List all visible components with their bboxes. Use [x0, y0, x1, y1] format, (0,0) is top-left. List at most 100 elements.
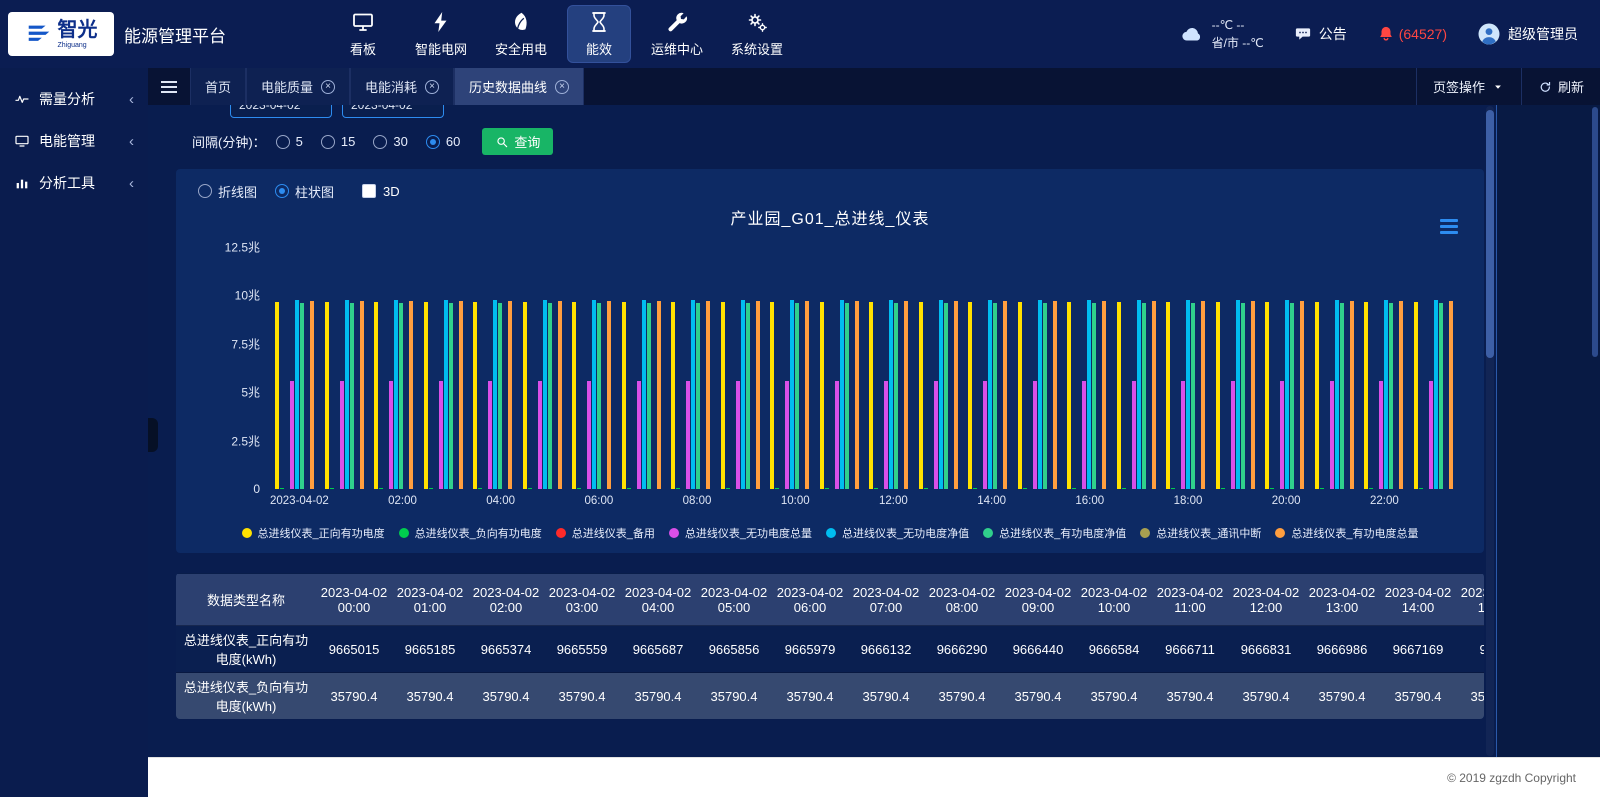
bar[interactable] — [1320, 488, 1324, 489]
bar[interactable] — [1137, 300, 1141, 489]
bar[interactable] — [1270, 488, 1274, 489]
bar[interactable] — [1399, 301, 1403, 489]
bar[interactable] — [473, 302, 477, 489]
bar[interactable] — [1072, 488, 1076, 489]
bar[interactable] — [1003, 301, 1007, 489]
bar[interactable] — [835, 381, 839, 489]
bar[interactable] — [706, 301, 710, 489]
legend-item[interactable]: 总进线仪表_通讯中断 — [1140, 525, 1261, 541]
bar[interactable] — [676, 488, 680, 489]
tab-close-icon[interactable]: × — [425, 80, 439, 94]
bar[interactable] — [1122, 488, 1126, 489]
interval-option-3[interactable]: 60 — [426, 134, 460, 149]
tab-close-icon[interactable]: × — [321, 80, 335, 94]
bar[interactable] — [444, 300, 448, 489]
bar[interactable] — [1117, 302, 1121, 489]
bar[interactable] — [642, 300, 646, 489]
interval-option-1[interactable]: 15 — [321, 134, 355, 149]
bar[interactable] — [785, 381, 789, 489]
sidebar-collapse-handle[interactable] — [148, 418, 158, 452]
bar[interactable] — [374, 302, 378, 489]
bar[interactable] — [290, 381, 294, 489]
outer-scrollbar-thumb[interactable] — [1592, 107, 1598, 357]
chart-type-option-0[interactable]: 折线图 — [198, 182, 257, 201]
bar[interactable] — [1379, 381, 1383, 489]
user-menu[interactable]: 超级管理员 — [1477, 22, 1578, 46]
legend-item[interactable]: 总进线仪表_有功电度总量 — [1275, 525, 1418, 541]
bar[interactable] — [721, 302, 725, 489]
end-date-input[interactable]: 2023-04-02 — [342, 105, 444, 118]
bar[interactable] — [954, 301, 958, 489]
bar[interactable] — [439, 381, 443, 489]
bar[interactable] — [592, 300, 596, 489]
bar[interactable] — [340, 381, 344, 489]
bar[interactable] — [508, 301, 512, 489]
bar[interactable] — [325, 302, 329, 489]
bar[interactable] — [429, 488, 433, 489]
bar[interactable] — [904, 301, 908, 489]
bar[interactable] — [280, 488, 284, 489]
bar[interactable] — [607, 301, 611, 489]
bar[interactable] — [1102, 301, 1106, 489]
bar[interactable] — [345, 300, 349, 489]
bar[interactable] — [1241, 303, 1245, 489]
legend-item[interactable]: 总进线仪表_无功电度总量 — [669, 525, 812, 541]
bar[interactable] — [1043, 303, 1047, 489]
bar[interactable] — [1132, 381, 1136, 489]
bar[interactable] — [1315, 302, 1319, 489]
bar[interactable] — [934, 381, 938, 489]
bar[interactable] — [1449, 301, 1453, 489]
bar[interactable] — [587, 381, 591, 489]
bar[interactable] — [523, 302, 527, 489]
3d-checkbox[interactable]: 3D — [362, 184, 400, 199]
bar[interactable] — [884, 381, 888, 489]
bar[interactable] — [1166, 302, 1170, 489]
bar[interactable] — [1191, 303, 1195, 489]
bar[interactable] — [1335, 300, 1339, 489]
bar[interactable] — [657, 301, 661, 489]
bar[interactable] — [399, 303, 403, 489]
bar[interactable] — [1414, 302, 1418, 489]
bar[interactable] — [1186, 300, 1190, 489]
bar[interactable] — [696, 303, 700, 489]
bar[interactable] — [889, 300, 893, 489]
bar[interactable] — [1280, 381, 1284, 489]
bar[interactable] — [993, 303, 997, 489]
bar[interactable] — [389, 381, 393, 489]
tab-actions-dropdown[interactable]: 页签操作 — [1416, 68, 1521, 105]
tab-home[interactable]: 首页 — [190, 68, 246, 105]
bar[interactable] — [746, 303, 750, 489]
sidebar-item-analysis-tools[interactable]: 分析工具‹ — [0, 162, 148, 204]
refresh-button[interactable]: 刷新 — [1521, 68, 1600, 105]
bar[interactable] — [1439, 303, 1443, 489]
bar[interactable] — [988, 300, 992, 489]
bar[interactable] — [577, 488, 581, 489]
logo[interactable]: 智光 Zhiguang — [8, 12, 114, 56]
bar[interactable] — [790, 300, 794, 489]
bar[interactable] — [1340, 303, 1344, 489]
bar[interactable] — [1265, 302, 1269, 489]
bar[interactable] — [671, 302, 675, 489]
chart-menu-icon[interactable] — [1436, 215, 1462, 238]
start-date-input[interactable]: 2023-04-02 — [230, 105, 332, 118]
bar[interactable] — [805, 301, 809, 489]
bar[interactable] — [493, 300, 497, 489]
interval-option-0[interactable]: 5 — [276, 134, 303, 149]
bar[interactable] — [1384, 300, 1388, 489]
bar[interactable] — [741, 300, 745, 489]
alarm-button[interactable]: (64527) — [1377, 25, 1447, 43]
legend-item[interactable]: 总进线仪表_正向有功电度 — [242, 525, 385, 541]
bar[interactable] — [983, 381, 987, 489]
bar[interactable] — [1053, 301, 1057, 489]
menu-toggle-icon[interactable] — [148, 68, 190, 105]
bar[interactable] — [459, 301, 463, 489]
bar[interactable] — [726, 488, 730, 489]
announcement-button[interactable]: 公告 — [1294, 24, 1347, 44]
bar[interactable] — [572, 302, 576, 489]
tab-power-quality[interactable]: 电能质量× — [246, 68, 350, 105]
bar[interactable] — [1087, 300, 1091, 489]
bar[interactable] — [310, 301, 314, 489]
bar[interactable] — [1171, 488, 1175, 489]
bar[interactable] — [820, 302, 824, 489]
bar[interactable] — [449, 303, 453, 489]
